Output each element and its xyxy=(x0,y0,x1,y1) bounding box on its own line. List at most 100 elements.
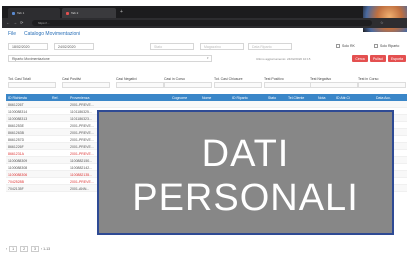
stat-label: Casi in Corso xyxy=(164,77,186,81)
last-update-text: Ultimo aggiornamento: 24/02/2020 10:15 xyxy=(256,57,311,61)
request-id-cell: 1100088309 xyxy=(8,158,28,163)
search-button[interactable]: Cerca xyxy=(352,55,368,62)
stat-value xyxy=(116,82,164,88)
tab-label: Tab 2 xyxy=(71,11,79,15)
status-filter[interactable]: Stato xyxy=(150,43,194,50)
stat-card: Test in Corso xyxy=(358,77,406,88)
new-tab-icon[interactable]: + xyxy=(120,9,123,15)
request-id-cell: 1100088306 xyxy=(8,172,28,177)
prev-page-icon[interactable]: ‹ xyxy=(6,247,7,251)
origin-cell: 2001-PREVE... xyxy=(70,144,94,149)
warehouse-filter[interactable]: Magazzino xyxy=(200,43,244,50)
request-id-cell: 7042528B xyxy=(8,179,24,184)
riparto-date-filter[interactable]: Data Riparto xyxy=(248,43,292,50)
solo-riparto-checkbox[interactable]: Solo Riparto xyxy=(374,44,400,49)
filter-panel: 18/02/2020 24/02/2020 Stato Magazzino Da… xyxy=(2,43,407,77)
clear-button[interactable]: Pulisci xyxy=(370,55,386,62)
page-button[interactable]: 3 xyxy=(31,246,39,252)
star-icon[interactable]: ☆ xyxy=(380,20,384,25)
column-header[interactable]: Tel.Cliente xyxy=(288,96,304,100)
browser-tab-bar: Tab 1 Tab 2 + xyxy=(2,6,407,32)
file-menu[interactable]: File xyxy=(8,31,16,37)
origin-cell: 1100882150... xyxy=(70,158,93,163)
privacy-redaction-overlay: DATI PERSONALI xyxy=(97,110,394,235)
stat-card: Test Negativo xyxy=(310,77,358,88)
stat-label: Test Negativo xyxy=(310,77,332,81)
origin-cell: 2001-PREVE... xyxy=(70,130,94,135)
origin-cell: 2001-PREVE... xyxy=(70,179,94,184)
table-row[interactable]: 8661226T 2001-PREVE... xyxy=(6,101,407,108)
stat-card: Casi Negativi xyxy=(116,77,164,88)
page-button[interactable]: 2 xyxy=(20,246,29,252)
stat-label: Test in Corso xyxy=(358,77,379,81)
pagination: ‹ 1 2 3 › 1-13 xyxy=(6,246,50,252)
request-id-cell: 1100088313 xyxy=(8,116,28,121)
stat-card: Test Positivo xyxy=(264,77,312,88)
date-from-input[interactable]: 18/02/2020 xyxy=(8,43,48,50)
stats-row: Tot. Casi Totali Casi Positivi Casi Nega… xyxy=(2,77,407,93)
origin-cell: 1101186323... xyxy=(70,116,92,121)
origin-cell: 1100882135... xyxy=(70,172,93,177)
origin-cell: 2001-PREVE... xyxy=(70,137,94,142)
address-bar: ← → ⟳ https://... ☆ xyxy=(2,18,407,28)
stat-card: Casi in Corso xyxy=(164,77,212,88)
request-id-cell: 8661231A xyxy=(8,151,24,156)
request-id-cell: 8661226T xyxy=(8,102,24,107)
column-header[interactable]: Cognome xyxy=(172,96,187,100)
request-id-cell: 8661226F xyxy=(8,144,24,149)
chevron-down-icon: ▾ xyxy=(207,56,209,60)
tab-label: Tab 1 xyxy=(17,11,25,15)
page-button[interactable]: 1 xyxy=(9,246,18,252)
stat-card: Tot. Casi Chiusure xyxy=(214,77,262,88)
overlay-line-2: PERSONALI xyxy=(132,177,359,219)
origin-cell: 1101186325... xyxy=(70,109,92,114)
forward-icon[interactable]: → xyxy=(13,20,17,25)
origin-cell: 2001-PREVE... xyxy=(70,123,94,128)
column-header[interactable]: Stato xyxy=(268,96,276,100)
request-id-cell: 7042135F xyxy=(8,186,24,191)
reload-icon[interactable]: ⟳ xyxy=(20,20,23,25)
column-header[interactable]: Nome xyxy=(202,96,211,100)
column-header[interactable]: Provenienza xyxy=(70,96,89,100)
checkbox-label: Solo Riparto xyxy=(380,44,400,48)
favicon-icon xyxy=(66,11,69,15)
stat-value xyxy=(214,82,262,88)
date-to-input[interactable]: 24/02/2020 xyxy=(54,43,94,50)
solo-rk-checkbox[interactable]: Solo RK xyxy=(336,44,355,49)
column-header[interactable]: ID Riparto xyxy=(232,96,248,100)
stat-label: Casi Positivi xyxy=(62,77,82,81)
next-page-icon[interactable]: › xyxy=(41,247,42,251)
column-header[interactable]: Ref. xyxy=(52,96,58,100)
stat-value xyxy=(310,82,358,88)
origin-cell: 1100882142... xyxy=(70,165,93,170)
request-id-cell: 8661253E xyxy=(8,123,24,128)
stat-value xyxy=(264,82,312,88)
stat-value xyxy=(62,82,110,88)
column-header[interactable]: ID Richiesta xyxy=(8,96,27,100)
browser-tab-1[interactable]: Tab 1 xyxy=(8,8,60,18)
request-id-cell: 8661257D xyxy=(8,137,25,142)
table-header: ID Richiesta Ref. Provenienza Cognome No… xyxy=(6,94,407,101)
browser-window: Tab 1 Tab 2 + ← → ⟳ https://... ☆ File C… xyxy=(2,6,407,252)
favicon-icon xyxy=(12,11,15,15)
checkbox-icon xyxy=(336,44,340,49)
export-button[interactable]: Esporta xyxy=(388,55,406,62)
stat-value xyxy=(358,82,406,88)
column-header[interactable]: Data Acc. xyxy=(376,96,391,100)
column-header[interactable]: Nota xyxy=(318,96,325,100)
app-header: File Catalogo Movimentazioni xyxy=(2,29,407,39)
origin-cell: 2001-PREVE... xyxy=(70,102,94,107)
stat-card: Tot. Casi Totali xyxy=(8,77,56,88)
url-field[interactable]: https://... xyxy=(32,20,372,26)
stat-label: Test Positivo xyxy=(264,77,284,81)
report-select[interactable]: Riparto Movimentazione xyxy=(8,55,212,62)
stat-label: Tot. Casi Totali xyxy=(8,77,31,81)
browser-tab-2[interactable]: Tab 2 xyxy=(62,8,116,18)
back-icon[interactable]: ← xyxy=(6,20,10,25)
origin-cell: 2001-ANN... xyxy=(70,186,90,191)
pager-info: 1-13 xyxy=(43,247,51,251)
request-id-cell: 1100088308 xyxy=(8,165,28,170)
origin-cell: 2001-PREVE... xyxy=(70,151,94,156)
column-header[interactable]: ID Attr.Ci xyxy=(336,96,350,100)
breadcrumb[interactable]: Catalogo Movimentazioni xyxy=(24,31,80,37)
